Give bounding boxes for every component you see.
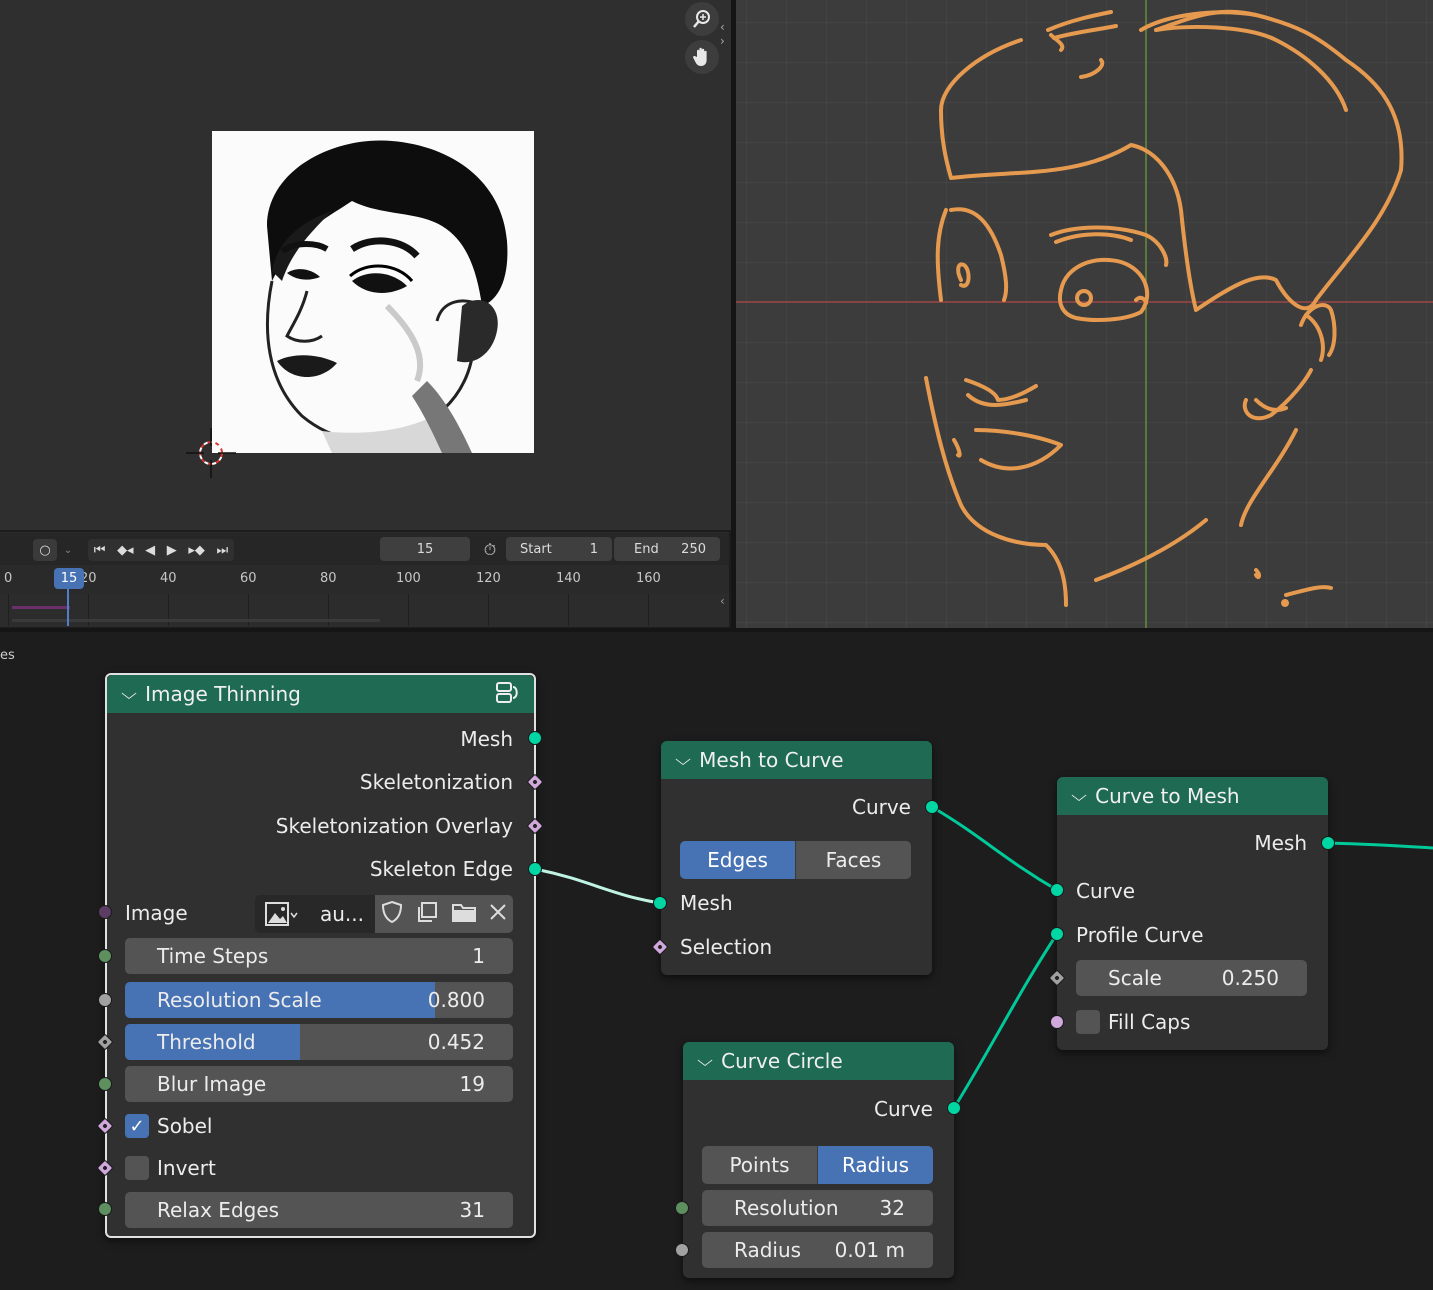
threshold-label: Threshold xyxy=(157,1030,256,1054)
time-steps-label: Time Steps xyxy=(157,944,269,968)
input-image-label: Image xyxy=(125,901,188,925)
scale-label: Scale xyxy=(1108,966,1162,990)
relax-edges-field[interactable]: Relax Edges 31 xyxy=(125,1192,513,1228)
resolution-scale-label: Resolution Scale xyxy=(157,988,322,1012)
resolution-scale-slider[interactable]: Resolution Scale 0.800 xyxy=(125,982,513,1018)
relax-edges-label: Relax Edges xyxy=(157,1198,280,1222)
image-actions xyxy=(375,895,513,933)
fill-caps-checkbox[interactable] xyxy=(1076,1010,1100,1034)
output-curve-label: Curve xyxy=(873,1097,933,1121)
radius-field[interactable]: Radius 0.01 m xyxy=(702,1232,933,1268)
output-mesh-socket[interactable] xyxy=(1321,836,1335,850)
node-header[interactable]: ⌵ Mesh to Curve xyxy=(661,741,932,779)
invert-checkbox[interactable] xyxy=(125,1156,149,1180)
mode-points-button[interactable]: Points xyxy=(702,1146,818,1184)
mode-selector: Points Radius xyxy=(702,1146,933,1184)
resolution-label: Resolution xyxy=(734,1196,839,1220)
resolution-value: 32 xyxy=(879,1196,905,1220)
threshold-value: 0.452 xyxy=(427,1030,485,1054)
scale-field[interactable]: Scale 0.250 xyxy=(1076,960,1307,996)
image-name[interactable]: au... xyxy=(310,895,375,933)
input-time-steps-socket[interactable] xyxy=(98,949,112,963)
image-browse-icon[interactable] xyxy=(259,899,305,929)
input-selection-label: Selection xyxy=(680,935,773,959)
radius-label: Radius xyxy=(734,1238,802,1262)
input-curve-socket[interactable] xyxy=(1050,883,1064,897)
mode-selector: Edges Faces xyxy=(680,841,911,879)
radius-value: 0.01 m xyxy=(834,1238,905,1262)
chevron-down-icon[interactable]: ⌵ xyxy=(121,684,137,704)
input-fill-caps-socket[interactable] xyxy=(1050,1015,1064,1029)
input-radius-socket[interactable] xyxy=(675,1243,689,1257)
output-skeleton-edge-label: Skeleton Edge xyxy=(369,857,513,881)
time-steps-field[interactable]: Time Steps 1 xyxy=(125,938,513,974)
node-title: Curve Circle xyxy=(721,1049,843,1073)
input-relax-edges-socket[interactable] xyxy=(98,1202,112,1216)
output-curve-socket[interactable] xyxy=(947,1101,961,1115)
output-skeleton-edge-socket[interactable] xyxy=(528,862,542,876)
blur-image-label: Blur Image xyxy=(157,1072,267,1096)
node-header[interactable]: ⌵ Image Thinning xyxy=(107,675,534,713)
fill-caps-label: Fill Caps xyxy=(1108,1010,1191,1034)
node-group-icon[interactable] xyxy=(494,680,520,711)
node-header[interactable]: ⌵ Curve Circle xyxy=(683,1042,954,1080)
close-icon[interactable] xyxy=(489,903,507,925)
input-mesh-socket[interactable] xyxy=(653,896,667,910)
blur-image-field[interactable]: Blur Image 19 xyxy=(125,1066,513,1102)
duplicate-icon[interactable] xyxy=(415,900,439,928)
image-selector[interactable]: au... xyxy=(255,895,513,933)
threshold-slider[interactable]: Threshold 0.452 xyxy=(125,1024,513,1060)
output-skeletonization-label: Skeletonization xyxy=(359,770,513,794)
scale-value: 0.250 xyxy=(1221,966,1279,990)
output-mesh-socket[interactable] xyxy=(528,731,542,745)
input-resolution-scale-socket[interactable] xyxy=(98,993,112,1007)
time-steps-value: 1 xyxy=(472,944,485,968)
input-image-socket[interactable] xyxy=(98,905,112,919)
node-header[interactable]: ⌵ Curve to Mesh xyxy=(1057,777,1328,815)
blur-image-value: 19 xyxy=(459,1072,485,1096)
node-title: Mesh to Curve xyxy=(699,748,844,772)
output-curve-label: Curve xyxy=(851,795,911,819)
resolution-field[interactable]: Resolution 32 xyxy=(702,1190,933,1226)
input-blur-image-socket[interactable] xyxy=(98,1077,112,1091)
relax-edges-value: 31 xyxy=(459,1198,485,1222)
chevron-down-icon[interactable]: ⌵ xyxy=(1071,786,1087,806)
sobel-checkbox[interactable]: ✓ xyxy=(125,1114,149,1138)
input-profile-curve-label: Profile Curve xyxy=(1076,923,1204,947)
output-mesh-label: Mesh xyxy=(1254,831,1307,855)
output-skeletonization-overlay-label: Skeletonization Overlay xyxy=(275,814,513,838)
mode-radius-button[interactable]: Radius xyxy=(818,1146,933,1184)
invert-label: Invert xyxy=(157,1156,216,1180)
chevron-down-icon[interactable]: ⌵ xyxy=(675,750,691,770)
input-profile-curve-socket[interactable] xyxy=(1050,927,1064,941)
input-mesh-label: Mesh xyxy=(680,891,733,915)
node-title: Image Thinning xyxy=(145,682,301,706)
input-resolution-socket[interactable] xyxy=(675,1201,689,1215)
image-name-text: au... xyxy=(320,902,365,926)
mode-faces-button[interactable]: Faces xyxy=(795,841,911,879)
node-title: Curve to Mesh xyxy=(1095,784,1240,808)
output-mesh-label: Mesh xyxy=(460,727,513,751)
chevron-down-icon[interactable]: ⌵ xyxy=(697,1051,713,1071)
open-folder-icon[interactable] xyxy=(451,901,477,927)
output-curve-socket[interactable] xyxy=(925,800,939,814)
input-curve-label: Curve xyxy=(1076,879,1136,903)
fake-user-shield-icon[interactable] xyxy=(381,900,403,928)
sobel-label: Sobel xyxy=(157,1114,213,1138)
node-curve-to-mesh[interactable]: ⌵ Curve to Mesh xyxy=(1057,777,1328,1050)
mode-edges-button[interactable]: Edges xyxy=(680,841,795,879)
resolution-scale-value: 0.800 xyxy=(427,988,485,1012)
